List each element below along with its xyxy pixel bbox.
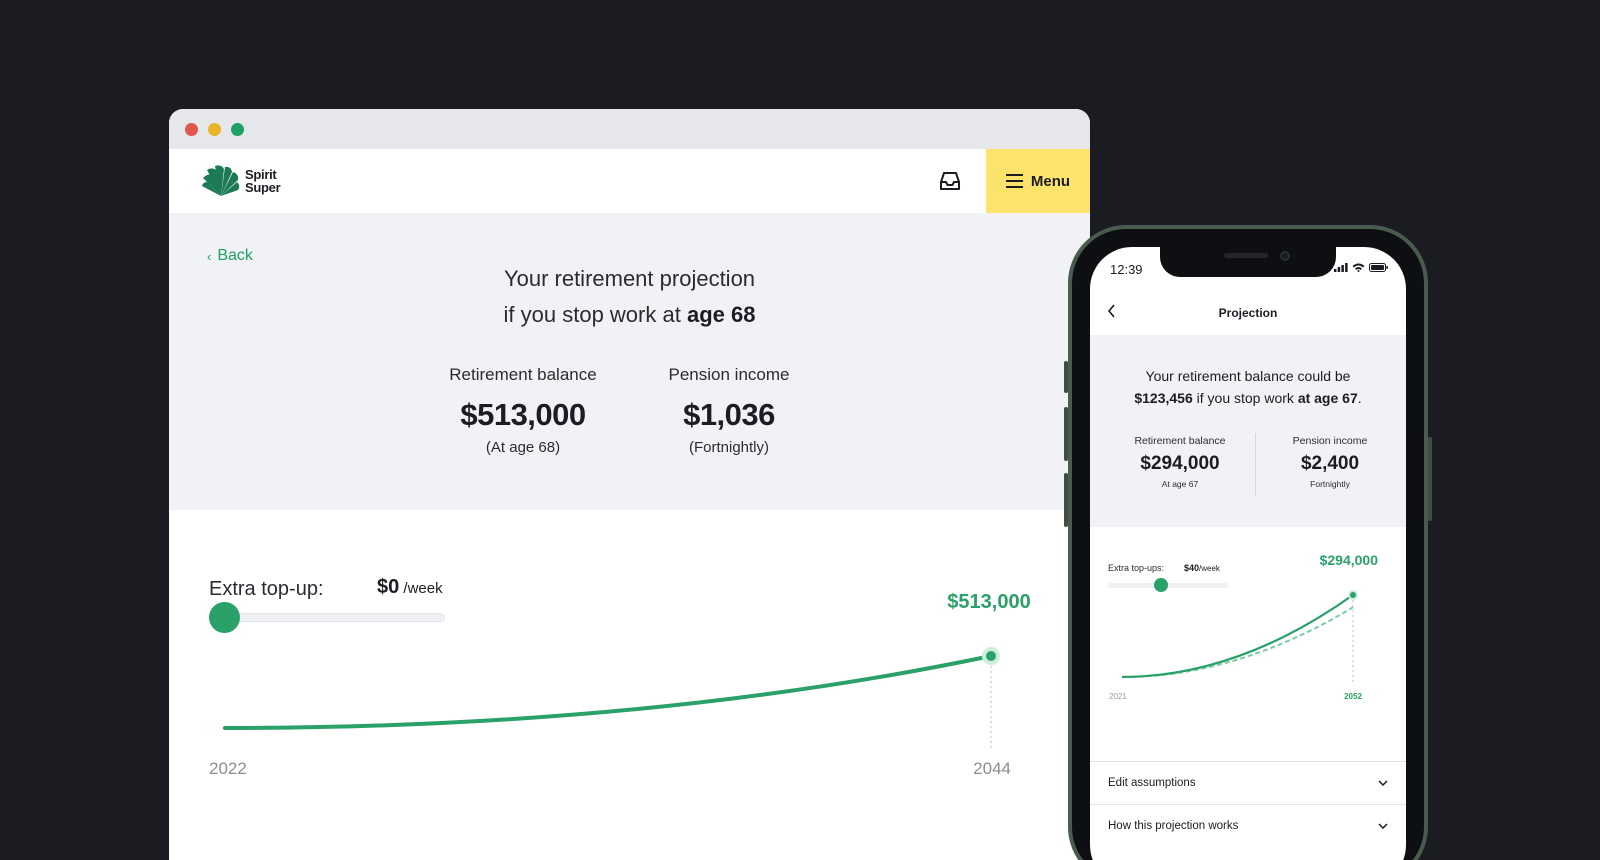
x-tick-label: 2044 bbox=[973, 759, 1011, 778]
palm-leaf-icon bbox=[202, 165, 240, 196]
inbox-icon[interactable] bbox=[938, 170, 962, 192]
phone-side-button bbox=[1064, 407, 1068, 461]
site-header: Spirit Super Menu bbox=[169, 149, 1090, 213]
topup-series-line bbox=[1121, 594, 1354, 679]
close-window-dot[interactable] bbox=[185, 122, 198, 136]
logo-word-2: Super bbox=[245, 180, 281, 195]
accordion-edit-assumptions[interactable]: Edit assumptions bbox=[1090, 761, 1406, 804]
stat-label: Retirement balance bbox=[449, 365, 597, 384]
projection-title-line2: if you stop work at age 68 bbox=[169, 297, 1090, 333]
accordion-label: Edit assumptions bbox=[1108, 777, 1196, 789]
chevron-down-icon bbox=[1378, 780, 1388, 786]
projection-title: Your retirement projection if you stop w… bbox=[169, 261, 1090, 333]
phone-screen: 12:39 Projection Your retirement balance… bbox=[1090, 247, 1406, 860]
end-point bbox=[1350, 592, 1356, 598]
projection-chart-panel: Extra top-up: $0 /week $513,000 2022 2044 bbox=[169, 510, 1090, 860]
projection-title-prefix: if you stop work at bbox=[503, 302, 687, 327]
chevron-down-icon bbox=[1378, 823, 1388, 829]
phone-projection-chart: $294,000 2021 2052 bbox=[1109, 552, 1379, 701]
hamburger-icon bbox=[1005, 174, 1023, 188]
stat-sub: (Fortnightly) bbox=[688, 439, 770, 456]
stat-value: $513,000 bbox=[460, 397, 586, 432]
stat-label: Pension income bbox=[668, 365, 790, 384]
stat-value: $1,036 bbox=[683, 397, 775, 432]
x-tick-label: 2021 bbox=[1109, 692, 1127, 701]
phone-side-button bbox=[1428, 437, 1432, 521]
x-tick-label: 2022 bbox=[209, 759, 247, 778]
menu-label: Menu bbox=[1030, 172, 1071, 190]
browser-window: Spirit Super Menu ‹ Back Your retirement… bbox=[169, 109, 1090, 860]
end-value-label: $513,000 bbox=[947, 591, 1030, 613]
pension-income-stat: Pension income $1,036 (Fortnightly) bbox=[619, 365, 839, 456]
projection-title-line1: Your retirement projection bbox=[503, 266, 756, 291]
retirement-balance-stat: Retirement balance $513,000 (At age 68) bbox=[413, 365, 633, 456]
browser-title-bar bbox=[169, 109, 1090, 149]
phone-side-button bbox=[1064, 361, 1068, 393]
projection-chart: $513,000 2022 2044 bbox=[209, 591, 1031, 778]
minimize-window-dot[interactable] bbox=[208, 122, 221, 136]
phone-side-button bbox=[1064, 473, 1068, 527]
menu-button[interactable]: Menu bbox=[986, 149, 1090, 213]
accordion-label: How this projection works bbox=[1108, 820, 1239, 832]
spirit-super-logo[interactable]: Spirit Super bbox=[201, 164, 281, 198]
balance-series-line bbox=[223, 654, 993, 730]
end-point bbox=[986, 651, 996, 661]
end-value-label: $294,000 bbox=[1320, 552, 1379, 568]
maximize-window-dot[interactable] bbox=[231, 122, 244, 136]
accordion-how-projection-works[interactable]: How this projection works bbox=[1090, 804, 1406, 847]
projection-summary: ‹ Back Your retirement projection if you… bbox=[169, 213, 1090, 510]
phone-device: 12:39 Projection Your retirement balance… bbox=[1064, 225, 1432, 860]
x-tick-label: 2052 bbox=[1344, 692, 1362, 701]
projection-age: age 68 bbox=[686, 302, 756, 327]
stat-sub: (At age 68) bbox=[485, 439, 561, 456]
